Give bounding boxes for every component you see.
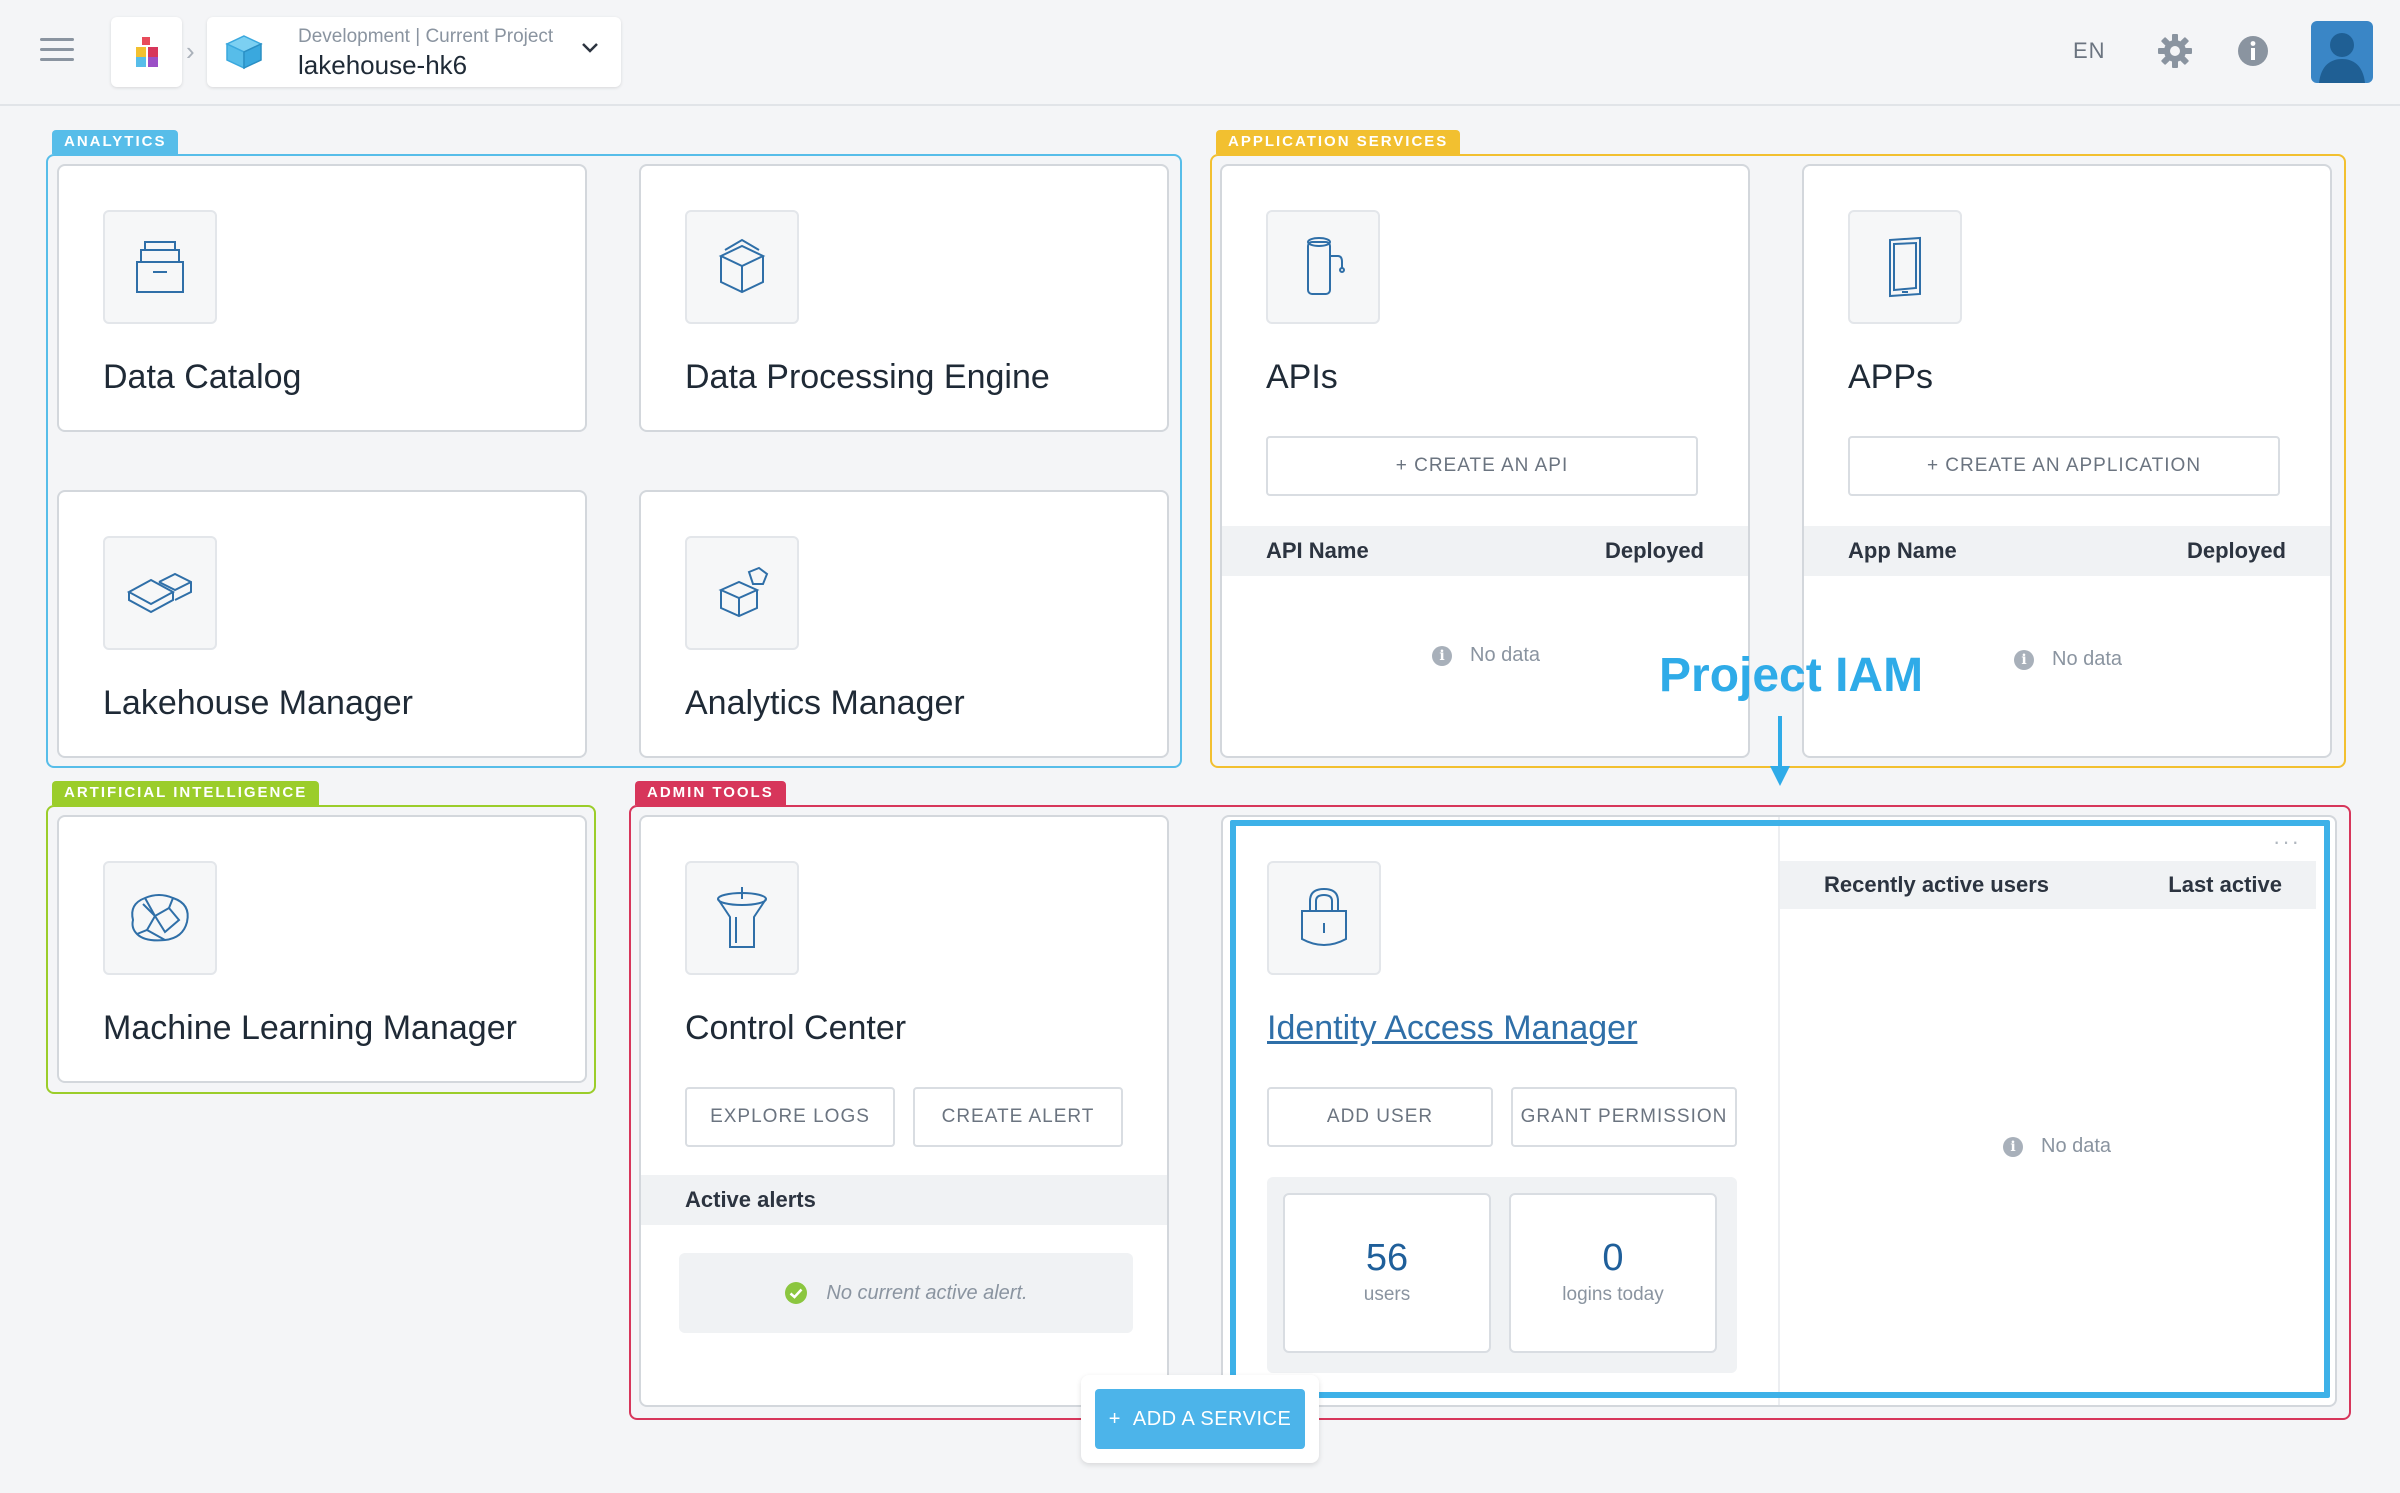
grant-permission-button[interactable]: GRANT PERMISSION xyxy=(1511,1087,1737,1147)
column-deployed: Deployed xyxy=(2186,538,2286,563)
apis-table-header: API Name Deployed xyxy=(1222,526,1748,576)
gear-icon[interactable] xyxy=(2157,33,2193,69)
group-tag-application-services: APPLICATION SERVICES xyxy=(1216,130,1461,154)
add-service-container: + ADD A SERVICE xyxy=(1081,1375,1319,1463)
iam-stats-panel: 56 users 0 logins today xyxy=(1267,1177,1737,1373)
analytics-manager-icon xyxy=(685,536,799,650)
column-api-name: API Name xyxy=(1266,538,1369,563)
apps-empty-state: i No data xyxy=(2014,648,2122,671)
data-processing-engine-card[interactable]: Data Processing Engine xyxy=(639,164,1169,432)
plus-icon: + xyxy=(1108,1407,1121,1430)
api-icon xyxy=(1266,210,1380,324)
identity-access-manager-card: Identity Access Manager ADD USER GRANT P… xyxy=(1221,815,2337,1407)
data-processing-icon xyxy=(685,210,799,324)
card-title: Control Center xyxy=(685,1009,907,1047)
home-logo-button[interactable] xyxy=(111,17,182,87)
user-silhouette-icon xyxy=(2319,33,2365,83)
control-center-card: Control Center EXPLORE LOGS CREATE ALERT… xyxy=(639,815,1169,1407)
card-title: Analytics Manager xyxy=(685,684,965,722)
column-app-name: App Name xyxy=(1848,538,1957,563)
create-api-button[interactable]: + CREATE AN API xyxy=(1266,436,1698,496)
control-center-icon xyxy=(685,861,799,975)
analytics-manager-card[interactable]: Analytics Manager xyxy=(639,490,1169,758)
user-avatar[interactable] xyxy=(2311,21,2373,83)
card-title: Data Processing Engine xyxy=(685,358,1050,396)
logins-label: logins today xyxy=(1562,1284,1664,1305)
info-icon: i xyxy=(2003,1136,2023,1157)
active-alerts-title: Active alerts xyxy=(685,1187,816,1212)
users-label: users xyxy=(1363,1284,1411,1305)
project-environment-label: Development | Current Project xyxy=(298,26,554,47)
menu-icon[interactable] xyxy=(40,38,74,66)
apis-empty-state: i No data xyxy=(1432,644,1540,667)
project-selector[interactable]: Development | Current Project lakehouse-… xyxy=(207,17,621,87)
lakehouse-icon xyxy=(103,536,217,650)
annotation-label: Project IAM xyxy=(1659,649,1924,702)
logins-stat: 0 logins today xyxy=(1509,1193,1717,1353)
explore-logs-button[interactable]: EXPLORE LOGS xyxy=(685,1087,895,1147)
recent-users-header: Recently active users Last active xyxy=(1780,861,2316,909)
card-title: Lakehouse Manager xyxy=(103,684,414,722)
language-selector[interactable]: EN xyxy=(2073,38,2106,64)
add-user-button[interactable]: ADD USER xyxy=(1267,1087,1493,1147)
lakehouse-manager-card[interactable]: Lakehouse Manager xyxy=(57,490,587,758)
data-catalog-card[interactable]: Data Catalog xyxy=(57,164,587,432)
lock-icon xyxy=(1267,861,1381,975)
card-title: Machine Learning Manager xyxy=(103,1009,517,1047)
no-data-text: No data xyxy=(1470,644,1541,666)
project-name: lakehouse-hk6 xyxy=(298,50,468,80)
machine-learning-manager-card[interactable]: Machine Learning Manager xyxy=(57,815,587,1083)
chevron-down-icon[interactable] xyxy=(581,41,599,55)
no-data-text: No data xyxy=(2041,1135,2112,1157)
add-service-label: ADD A SERVICE xyxy=(1132,1407,1292,1430)
app-device-icon xyxy=(1848,210,1962,324)
info-icon[interactable] xyxy=(2237,35,2269,67)
logins-count: 0 xyxy=(1602,1237,1624,1279)
group-tag-artificial-intelligence: ARTIFICIAL INTELLIGENCE xyxy=(52,781,320,805)
more-options-icon[interactable]: ··· xyxy=(2273,829,2301,855)
card-title: APPs xyxy=(1848,358,1934,396)
group-tag-analytics: ANALYTICS xyxy=(52,130,179,154)
app-logo-icon xyxy=(135,37,158,67)
top-bar: › Development | Current Project lakehous… xyxy=(0,0,2400,106)
active-alerts-header: Active alerts xyxy=(641,1175,1167,1225)
brain-icon xyxy=(103,861,217,975)
users-count: 56 xyxy=(1365,1237,1409,1279)
annotation-arrow-icon xyxy=(1770,716,1790,786)
add-service-button[interactable]: + ADD A SERVICE xyxy=(1095,1389,1305,1449)
group-tag-admin-tools: ADMIN TOOLS xyxy=(635,781,786,805)
no-alert-panel: No current active alert. xyxy=(679,1253,1133,1333)
project-cube-icon xyxy=(225,35,263,70)
recent-users-empty-state: i No data xyxy=(2003,1135,2111,1158)
column-deployed: Deployed xyxy=(1604,538,1704,563)
users-stat: 56 users xyxy=(1283,1193,1491,1353)
column-last-active: Last active xyxy=(2168,872,2282,897)
data-catalog-icon xyxy=(103,210,217,324)
card-title: APIs xyxy=(1266,358,1338,396)
create-alert-button[interactable]: CREATE ALERT xyxy=(913,1087,1123,1147)
column-recently-active-users: Recently active users xyxy=(1824,872,2050,897)
create-application-button[interactable]: + CREATE AN APPLICATION xyxy=(1848,436,2280,496)
breadcrumb-chevron-icon: › xyxy=(186,36,195,66)
iam-title-link[interactable]: Identity Access Manager xyxy=(1267,1009,1637,1048)
apps-table-header: App Name Deployed xyxy=(1804,526,2330,576)
card-title: Data Catalog xyxy=(103,358,302,396)
no-data-text: No data xyxy=(2052,648,2123,670)
check-circle-icon xyxy=(785,1282,808,1304)
info-icon: i xyxy=(2014,649,2034,670)
info-icon: i xyxy=(1432,645,1452,666)
no-alert-text: No current active alert. xyxy=(826,1281,1028,1304)
